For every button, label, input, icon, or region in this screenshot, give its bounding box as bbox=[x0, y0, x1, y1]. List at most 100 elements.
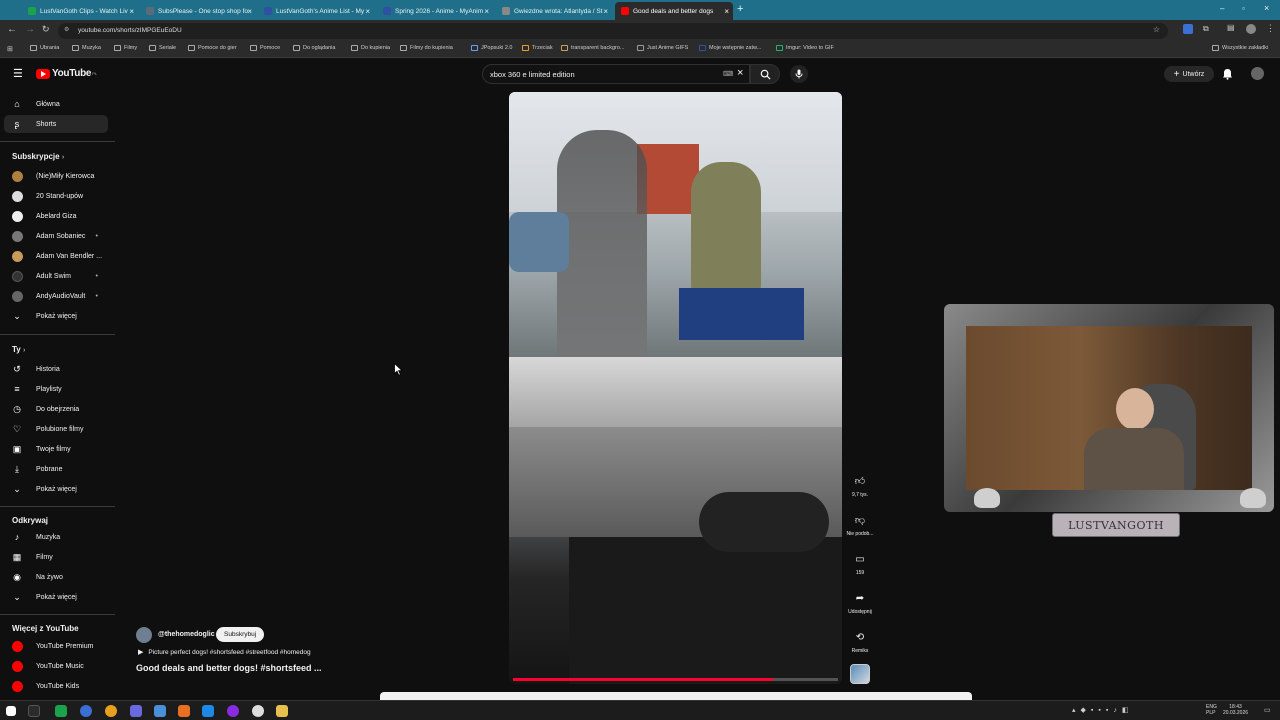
remix-button[interactable]: ⟲ Remiks bbox=[845, 628, 875, 655]
bookmark-folder[interactable]: Do oglądania bbox=[293, 45, 335, 51]
playlist-link[interactable]: ▶ Picture perfect dogs! #shortsfeed #stre… bbox=[138, 648, 311, 657]
sidebar-item-music[interactable]: ♪ Muzyka bbox=[4, 528, 108, 546]
browser-tab[interactable]: LustVanGoth Clips - Watch Liv × bbox=[22, 2, 138, 20]
sidebar-item-live[interactable]: ◉ Na żywo bbox=[4, 568, 108, 586]
close-tab-icon[interactable]: × bbox=[129, 7, 134, 16]
app-taskbar-icon[interactable] bbox=[154, 705, 166, 717]
site-info-icon[interactable]: ⚙ bbox=[64, 26, 69, 33]
bookmark-link[interactable]: Just Anime GIFS bbox=[637, 45, 688, 51]
all-bookmarks[interactable]: Wszystkie zakładki bbox=[1212, 45, 1268, 51]
back-icon[interactable]: ← bbox=[7, 24, 17, 35]
sidebar-item-youtube-music[interactable]: YouTube Music bbox=[4, 657, 108, 675]
youtube-logo[interactable]: YouTube PL bbox=[36, 68, 97, 79]
obs-taskbar-icon[interactable] bbox=[252, 705, 264, 717]
minimize-button[interactable]: – bbox=[1220, 4, 1224, 13]
bookmark-link[interactable]: transparent backgro... bbox=[561, 45, 625, 51]
forward-icon[interactable]: → bbox=[25, 24, 35, 35]
search-input[interactable]: xbox 360 e limited edition ⌨ × bbox=[482, 64, 750, 84]
browser-tab[interactable]: Spring 2026 - Anime - MyAnim × bbox=[377, 2, 493, 20]
like-button[interactable]: 👍︎ 9,7 tys. bbox=[845, 472, 875, 498]
bookmark-link[interactable]: Moje wstępnie zatw... bbox=[699, 45, 761, 51]
sidebar-item-subscription[interactable]: AndyAudioVault • bbox=[4, 287, 108, 305]
show-more-explore[interactable]: ⌄ Pokaż więcej bbox=[4, 588, 108, 606]
new-tab-button[interactable]: + bbox=[737, 3, 743, 15]
sidebar-item-liked[interactable]: ♡ Polubione filmy bbox=[4, 420, 108, 438]
show-more-you[interactable]: ⌄ Pokaż więcej bbox=[4, 480, 108, 498]
profile-avatar[interactable] bbox=[1246, 24, 1256, 34]
share-button[interactable]: ➦ Udostępnij bbox=[845, 589, 875, 616]
create-button[interactable]: + Utwórz bbox=[1164, 66, 1214, 82]
clock[interactable]: 18:43 20.03.2026 bbox=[1223, 704, 1248, 716]
notification-center-icon[interactable]: ▭ bbox=[1264, 706, 1271, 714]
bookmark-folder[interactable]: Muzyka bbox=[72, 45, 101, 51]
bookmark-star-icon[interactable]: ☆ bbox=[1153, 25, 1160, 34]
sidebar-toggle-icon[interactable]: ▤ bbox=[1227, 23, 1235, 32]
menu-hamburger-icon[interactable]: ☰ bbox=[13, 67, 23, 80]
browser-tab[interactable]: Gwiezdne wrota: Atlantyda / St × bbox=[496, 2, 612, 20]
browser-tab[interactable]: LustVanGoth's Anime List - My × bbox=[258, 2, 374, 20]
system-tray-icons[interactable]: ▴◆▪▪▪♪◧ bbox=[1072, 706, 1133, 714]
bookmark-folder[interactable]: Filmy bbox=[114, 45, 137, 51]
reload-icon[interactable]: ↻ bbox=[42, 24, 50, 35]
close-tab-icon[interactable]: × bbox=[365, 7, 370, 16]
sidebar-item-history[interactable]: ↺ Historia bbox=[4, 360, 108, 378]
sidebar-item-youtube-premium[interactable]: YouTube Premium bbox=[4, 637, 108, 655]
account-avatar[interactable] bbox=[1251, 67, 1264, 80]
clear-search-icon[interactable]: × bbox=[737, 67, 743, 79]
browser-tab-active[interactable]: Good deals and better dogs × bbox=[615, 2, 733, 20]
vlc-taskbar-icon[interactable] bbox=[178, 705, 190, 717]
close-tab-icon[interactable]: × bbox=[603, 7, 608, 16]
bookmark-link[interactable]: Imgur: Video to GIF bbox=[776, 45, 834, 51]
browser-taskbar-icon[interactable] bbox=[80, 705, 92, 717]
comments-button[interactable]: ▭ 159 bbox=[845, 550, 875, 577]
apps-grid-icon[interactable]: ⊞ bbox=[7, 45, 13, 53]
voice-search-button[interactable] bbox=[790, 65, 808, 83]
sidebar-item-subscription[interactable]: 20 Stand-upów bbox=[4, 187, 108, 205]
sound-thumbnail[interactable] bbox=[850, 664, 870, 684]
windows-start-icon[interactable] bbox=[6, 706, 16, 716]
notifications-button[interactable] bbox=[1222, 67, 1233, 85]
keyboard-icon[interactable]: ⌨ bbox=[723, 70, 733, 78]
bookmark-link[interactable]: Trzeciak bbox=[522, 45, 553, 51]
sidebar-item-subscription[interactable]: Abelard Giza bbox=[4, 207, 108, 225]
close-window-button[interactable]: × bbox=[1264, 3, 1269, 13]
short-video-player[interactable] bbox=[509, 92, 842, 684]
bookmark-link[interactable]: JPopsuki 2.0 bbox=[471, 45, 513, 51]
close-tab-icon[interactable]: × bbox=[247, 7, 252, 16]
sidebar-item-subscription[interactable]: Adam Van Bendler ... bbox=[4, 247, 108, 265]
chrome-taskbar-icon[interactable] bbox=[28, 705, 40, 717]
bookmark-folder[interactable]: Pomoce do gier bbox=[188, 45, 237, 51]
sidebar-item-shorts[interactable]: ʂ Shorts bbox=[4, 115, 108, 133]
sidebar-item-playlists[interactable]: ≡ Playlisty bbox=[4, 380, 108, 398]
steam-taskbar-icon[interactable] bbox=[202, 705, 214, 717]
sidebar-item-subscription[interactable]: (Nie)Miły Kierowca bbox=[4, 167, 108, 185]
app-taskbar-icon[interactable] bbox=[105, 705, 117, 717]
file-explorer-taskbar-icon[interactable] bbox=[276, 705, 288, 717]
dislike-button[interactable]: 👎︎ Nie podob... bbox=[845, 511, 875, 537]
bookmark-folder[interactable]: Pomoce bbox=[250, 45, 280, 51]
discord-taskbar-icon[interactable] bbox=[130, 705, 142, 717]
sidebar-item-subscription[interactable]: Adam Sobaniec • bbox=[4, 227, 108, 245]
sidebar-item-youtube-kids[interactable]: YouTube Kids bbox=[4, 677, 108, 695]
browser-tab[interactable]: SubsPlease - One stop shop fo × bbox=[140, 2, 256, 20]
sidebar-item-watch-later[interactable]: ◷ Do obejrzenia bbox=[4, 400, 108, 418]
channel-avatar[interactable] bbox=[136, 627, 152, 643]
short-title[interactable]: Good deals and better dogs! #shortsfeed … bbox=[136, 663, 322, 673]
bookmark-folder[interactable]: Do kupienia bbox=[351, 45, 390, 51]
sidebar-item-downloads[interactable]: ⤓ Pobrane bbox=[4, 460, 108, 478]
sidebar-item-movies[interactable]: ▦ Filmy bbox=[4, 548, 108, 566]
bookmark-folder[interactable]: Ubrania bbox=[30, 45, 59, 51]
subscriptions-heading[interactable]: Subskrypcje › bbox=[12, 152, 64, 161]
sidebar-item-home[interactable]: ⌂ Główna bbox=[4, 95, 108, 113]
maximize-button[interactable]: ▫ bbox=[1242, 4, 1245, 13]
spotify-taskbar-icon[interactable] bbox=[55, 705, 67, 717]
you-heading[interactable]: Ty › bbox=[12, 345, 25, 354]
bookmark-folder[interactable]: Seriale bbox=[149, 45, 176, 51]
input-language[interactable]: ENG PLP bbox=[1206, 704, 1217, 716]
extensions-puzzle-icon[interactable]: ⧉ bbox=[1203, 24, 1209, 34]
subscribe-button[interactable]: Subskrybuj bbox=[216, 627, 265, 642]
sidebar-item-subscription[interactable]: Adult Swim • bbox=[4, 267, 108, 285]
browser-menu-icon[interactable]: ⋮ bbox=[1266, 23, 1275, 34]
show-more-subscriptions[interactable]: ⌄ Pokaż więcej bbox=[4, 307, 108, 325]
search-button[interactable] bbox=[750, 64, 780, 84]
